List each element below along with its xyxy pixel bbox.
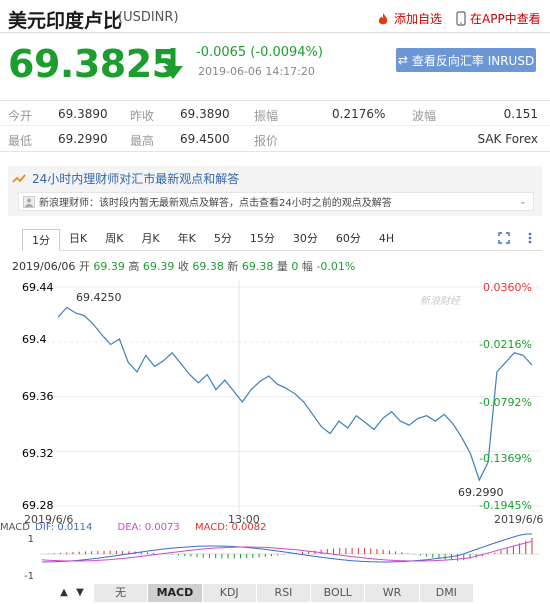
tab-day[interactable]: 日K: [60, 228, 96, 250]
pct-tick: -0.1369%: [479, 452, 532, 465]
quote-src-value: SAK Forex: [477, 132, 539, 146]
indicator-tab-kdj[interactable]: KDJ: [202, 584, 257, 602]
pct-tick: 0.0360%: [483, 281, 532, 294]
low-marker-label: 69.2990: [458, 486, 504, 499]
quote-time: 2019-06-06 14:17:20: [198, 65, 315, 78]
indicator-tab-boll[interactable]: BOLL: [311, 584, 366, 602]
tab-week[interactable]: 周K: [96, 228, 132, 250]
y-tick: 69.32: [22, 447, 54, 460]
fire-icon: [378, 12, 388, 24]
indicator-tab-dmi[interactable]: DMI: [419, 584, 474, 602]
info-amp-key: 幅: [301, 260, 313, 273]
stats-table: 今开 69.3890 昨收 69.3890 振幅 0.2176% 波幅 0.15…: [0, 100, 550, 152]
price-line: [57, 306, 533, 482]
macd-y-tick: -1: [24, 571, 34, 582]
high-label: 最高: [130, 134, 155, 148]
prev-label: 昨收: [130, 109, 155, 123]
stats-row: 今开 69.3890 昨收 69.3890 振幅 0.2176% 波幅 0.15…: [0, 100, 550, 126]
chevron-down-icon[interactable]: ⌄: [519, 196, 533, 207]
info-high-val: 69.39: [142, 260, 175, 273]
scroll-right-button[interactable]: ▼: [72, 584, 88, 602]
tab-year[interactable]: 年K: [169, 228, 205, 250]
info-vol-key: 量: [276, 260, 288, 273]
price-change: -0.0065 (-0.0094%): [196, 45, 323, 60]
tab-30min[interactable]: 30分: [284, 228, 327, 250]
down-arrow-icon: [163, 48, 183, 79]
settings-icon[interactable]: [524, 232, 536, 244]
info-open-val: 69.39: [93, 260, 125, 273]
macd-y-tick: 1: [28, 534, 34, 545]
amp-value: 0.2176%: [332, 107, 386, 121]
tab-5min[interactable]: 5分: [205, 228, 241, 250]
expert-title-link[interactable]: 24小时内理财师对汇市最新观点和解答: [12, 170, 239, 187]
info-open-key: 开: [78, 260, 90, 273]
info-amp-val: -0.01%: [316, 260, 356, 273]
page-title: 美元印度卢比: [8, 10, 123, 32]
info-new-val: 69.38: [241, 260, 274, 273]
indicator-tab-wr[interactable]: WR: [365, 584, 420, 602]
quote-src-label: 报价: [254, 134, 279, 148]
info-date: 2019/06/06: [12, 260, 76, 273]
tab-15min[interactable]: 15分: [241, 228, 284, 250]
reverse-rate-button[interactable]: ⇄ 查看反向汇率 INRUSD: [396, 48, 536, 72]
macd-chart: 1 -1: [24, 533, 540, 582]
app-view-label: 在APP中查看: [470, 12, 541, 26]
tab-60min[interactable]: 60分: [327, 228, 370, 250]
y-tick: 69.44: [22, 281, 54, 294]
y-tick: 69.4: [22, 333, 47, 346]
dea-line: [41, 540, 533, 562]
open-label: 今开: [8, 109, 33, 123]
high-value: 69.4500: [180, 132, 230, 146]
pct-tick: -0.1945%: [479, 499, 532, 512]
app-view-link[interactable]: 在APP中查看: [456, 10, 541, 27]
period-tabs: 1分 日K 周K 月K 年K 5分 15分 30分 60分 4H: [22, 229, 542, 251]
pct-tick: -0.0792%: [479, 396, 532, 409]
add-watch-label: 添加自选: [394, 12, 443, 26]
high-marker-label: 69.4250: [76, 291, 122, 304]
y-tick: 69.28: [22, 499, 54, 512]
expert-answer-text: 新浪理财师：该时段内暂无最新观点及解答，点击查看24小时之前的观点及解答: [39, 198, 392, 209]
y-tick: 69.36: [22, 390, 54, 403]
add-watch-link[interactable]: 添加自选: [376, 10, 442, 27]
indicator-tabs: 无 MACD KDJ RSI BOLL WR DMI: [94, 584, 474, 602]
reverse-rate-label: 查看反向汇率 INRUSD: [411, 53, 535, 68]
expert-answer-row[interactable]: 新浪理财师：该时段内暂无最新观点及解答，点击查看24小时之前的观点及解答 ⌄: [18, 192, 534, 211]
info-close-val: 69.38: [192, 260, 224, 273]
trend-icon: [12, 173, 26, 183]
current-price: 69.3825: [8, 42, 178, 86]
info-high-key: 高: [128, 260, 140, 273]
currency-code: (USDINR): [118, 10, 179, 25]
tab-4h[interactable]: 4H: [370, 228, 403, 250]
tab-1min[interactable]: 1分: [22, 229, 60, 251]
wave-value: 0.151: [503, 107, 538, 121]
fullscreen-icon[interactable]: [498, 232, 510, 244]
low-value: 69.2990: [58, 132, 108, 146]
ohlc-infoline: 2019/06/06 开 69.39 高 69.39 收 69.38 新 69.…: [12, 258, 355, 274]
indicator-tab-rsi[interactable]: RSI: [256, 584, 312, 602]
wave-label: 波幅: [412, 109, 437, 123]
x-tick-right: 2019/6/6: [494, 513, 544, 526]
expert-title: 24小时内理财师对汇市最新观点和解答: [32, 172, 240, 186]
info-new-key: 新: [227, 260, 239, 273]
header-divider: [0, 32, 550, 33]
low-label: 最低: [8, 134, 33, 148]
stats-row: 最低 69.2990 最高 69.4500 报价 SAK Forex: [0, 126, 550, 152]
avatar-icon: [23, 195, 35, 208]
info-vol-val: 0: [291, 260, 299, 273]
price-chart: 69.44 69.4 69.36 69.32 69.28 0.0360% -0.…: [22, 280, 540, 514]
chart-tools: [498, 232, 536, 244]
dif-line: [41, 533, 532, 563]
open-value: 69.3890: [58, 107, 108, 121]
info-close-key: 收: [177, 260, 189, 273]
pct-tick: -0.0216%: [479, 338, 532, 351]
scroll-left-button[interactable]: ▲: [56, 584, 72, 602]
phone-icon: [456, 11, 466, 26]
swap-icon: ⇄: [397, 53, 408, 67]
watermark: 新浪财经: [420, 295, 461, 307]
prev-value: 69.3890: [180, 107, 230, 121]
tab-month[interactable]: 月K: [132, 228, 168, 250]
indicator-tab-none[interactable]: 无: [94, 584, 149, 602]
indicator-tab-macd[interactable]: MACD: [148, 584, 203, 602]
amp-label: 振幅: [254, 109, 279, 123]
